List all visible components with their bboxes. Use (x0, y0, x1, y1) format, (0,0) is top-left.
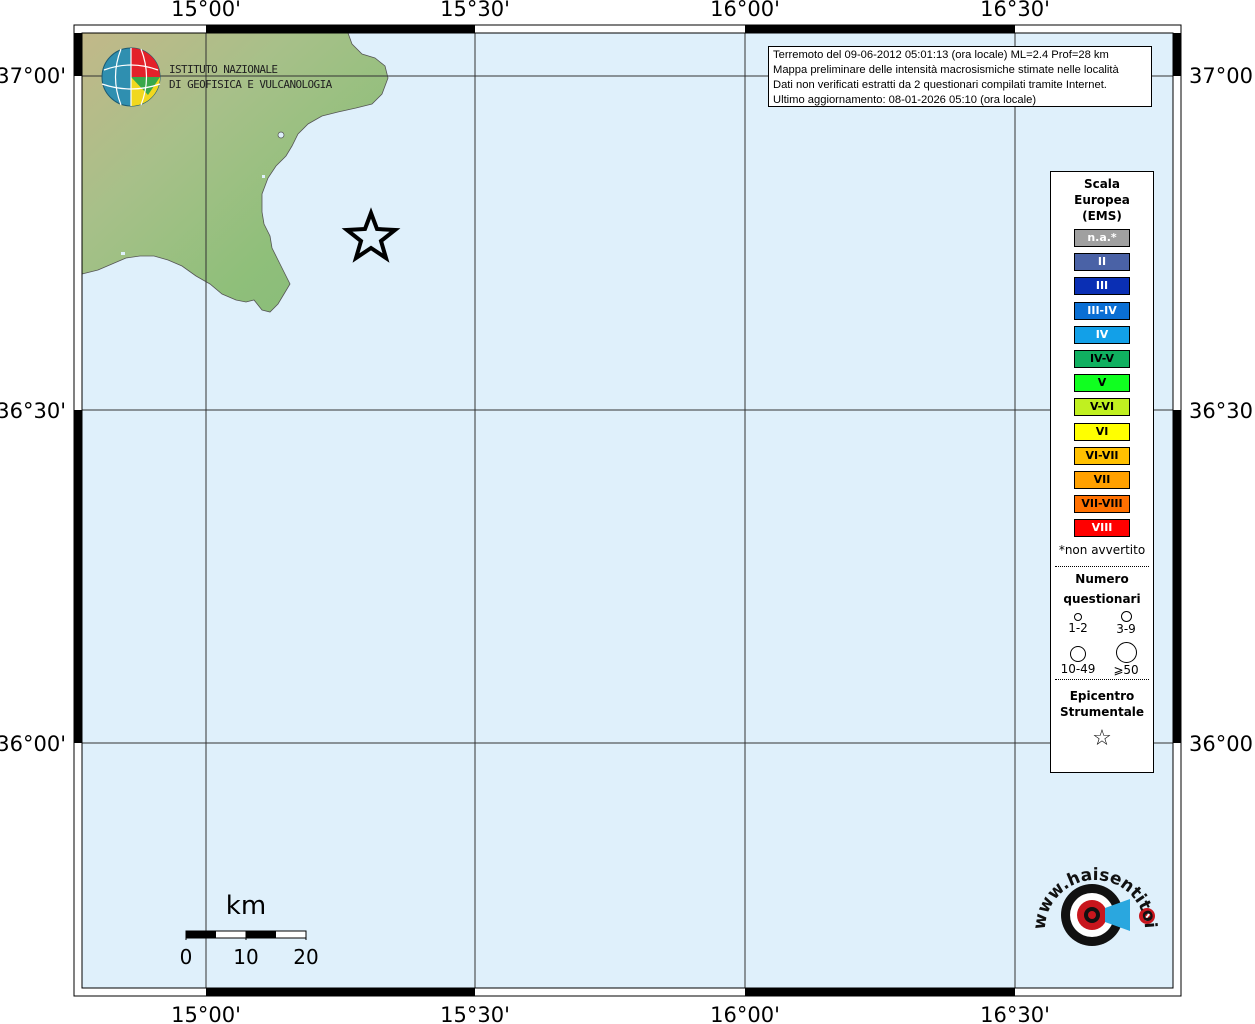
lon-label-bottom: 15°00' (171, 1003, 241, 1024)
questionari-size-10-49: 10-49 (1053, 646, 1103, 676)
event-info-box: Terremoto del 09-06-2012 05:01:13 (ora l… (768, 46, 1152, 107)
legend-note: *non avvertito (1058, 543, 1146, 558)
islet (262, 175, 265, 178)
islet (277, 131, 285, 139)
scale-unit: km (226, 891, 266, 921)
epicentro-title: Epicentro Strumentale (1059, 689, 1145, 720)
intensity-legend: Scala Europea (EMS) n.a.* II III III-IV IV IV… (1050, 171, 1154, 773)
lat-label-left: 37°00' (0, 64, 66, 88)
lon-label-top: 15°30' (440, 0, 510, 21)
legend-divider (1055, 679, 1149, 681)
questionari-size-50: ⩾50 (1101, 642, 1151, 677)
event-info-line: Dati non verificati estratti da 2 questi… (773, 79, 1107, 91)
legend-intensity-item: VII (1074, 470, 1130, 489)
ingv-logo-line1: ISTITUTO NAZIONALE (169, 63, 277, 76)
ingv-globe-logo-icon (101, 47, 161, 107)
questionari-size-3-9: 3-9 (1101, 611, 1151, 636)
legend-intensity-item: VI (1074, 422, 1130, 441)
lat-label-right: 36°30' (1189, 399, 1255, 423)
lon-label-bottom: 15°30' (440, 1003, 510, 1024)
legend-title: Scala Europea (EMS) (1074, 177, 1130, 223)
circle-xlarge-icon (1115, 642, 1137, 664)
lat-label-left: 36°00' (0, 732, 66, 756)
event-info-line: Terremoto del 09-06-2012 05:01:13 (ora l… (773, 49, 1109, 61)
legend-intensity-item: V-VI (1074, 398, 1130, 417)
legend-divider (1055, 566, 1149, 568)
lon-label-bottom: 16°00' (710, 1003, 780, 1024)
legend-intensity-item: IV-V (1074, 349, 1130, 368)
questionari-size-1-2: 1-2 (1053, 613, 1103, 635)
legend-intensity-item: VIII (1074, 519, 1130, 538)
circle-medium-icon (1120, 611, 1132, 623)
questionari-title: Numero questionari (1063, 572, 1141, 607)
epicenter-star-legend-icon: ☆ (1092, 726, 1112, 752)
event-info-line: Mappa preliminare delle intensità macros… (773, 64, 1119, 76)
islet (121, 252, 125, 255)
legend-intensity-item: III-IV (1074, 301, 1130, 320)
lat-label-right: 37°00' (1189, 64, 1255, 88)
legend-intensity-item: VII-VIII (1074, 495, 1130, 514)
scale-tick: 20 (293, 945, 318, 969)
circle-small-icon (1074, 613, 1082, 622)
ingv-logo-line2: DI GEOFISICA E VULCANOLOGIA (169, 78, 333, 91)
scale-tick: 10 (233, 945, 258, 969)
scale-tick: 0 (180, 945, 193, 969)
legend-intensity-item: VI-VII (1074, 446, 1130, 465)
legend-intensity-item: n.a.* (1074, 229, 1130, 247)
legend-intensity-item: V (1074, 374, 1130, 393)
lon-label-top: 16°00' (710, 0, 780, 21)
circle-large-icon (1070, 646, 1086, 663)
legend-intensity-list: n.a.* II III III-IV IV IV-V V V-VI VI VI-VII VII VI… (1051, 229, 1153, 538)
lat-label-left: 36°30' (0, 399, 66, 423)
lat-label-right: 36°00' (1189, 732, 1255, 756)
legend-intensity-item: III (1074, 277, 1130, 296)
lon-label-bottom: 16°30' (980, 1003, 1050, 1024)
lon-label-top: 15°00' (171, 0, 241, 21)
legend-intensity-item: IV (1074, 325, 1130, 344)
questionari-size-grid: 1-2 3-9 10-49 ⩾50 (1051, 609, 1153, 679)
lon-label-top: 16°30' (980, 0, 1050, 21)
event-info-line: Ultimo aggiornamento: 08-01-2026 05:10 (… (773, 94, 1037, 106)
legend-intensity-item: II (1074, 253, 1130, 272)
